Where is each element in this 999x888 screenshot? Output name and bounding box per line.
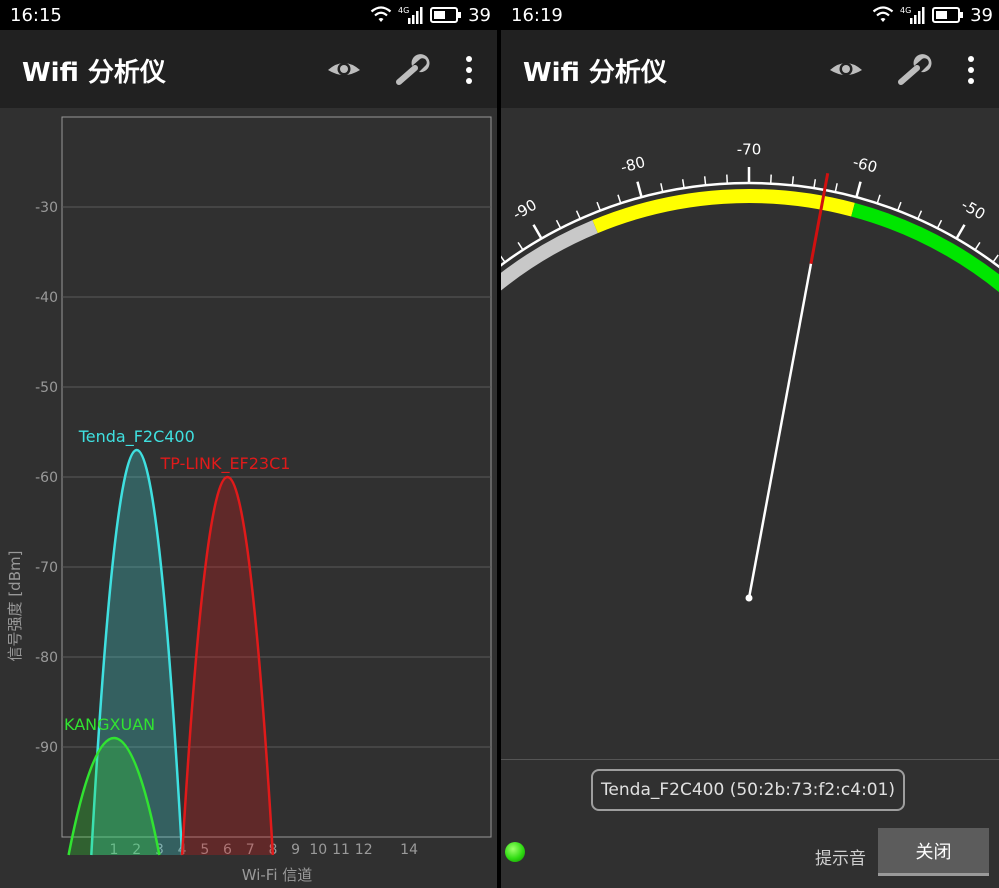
- sound-toggle-label[interactable]: 提示音: [815, 844, 866, 869]
- wifi-analyzer-channel-graph-screen: 16:15 4G 39 Wifi 分析仪 -30 -40 -50 -60 -70…: [0, 0, 497, 888]
- app-title: Wifi 分析仪: [523, 58, 667, 88]
- status-icons: 4G 39: [370, 4, 491, 26]
- app-bar: Wifi 分析仪: [501, 30, 999, 108]
- wrench-icon[interactable]: [395, 52, 431, 88]
- signal-gauge: -100-90-80-70-60-50-40dBm: [501, 141, 999, 602]
- x-tick-label: 10: [309, 842, 327, 858]
- gauge-tick-label: -90: [510, 196, 540, 224]
- y-tick-label: -50: [35, 380, 58, 396]
- y-tick-label: -80: [35, 650, 58, 666]
- gauge-tick: [555, 219, 562, 229]
- gauge-tick: [917, 210, 923, 220]
- signal-icon: 4G: [398, 6, 423, 24]
- gauge-band-weak: [501, 220, 598, 291]
- battery-level: 39: [468, 4, 491, 26]
- battery-icon: [430, 7, 462, 23]
- network-type: 4G: [900, 6, 911, 15]
- selected-network-label: Tenda_F2C400 (50:2b:73:f2:c4:01): [600, 780, 896, 800]
- gauge-tick: [876, 194, 881, 204]
- overflow-menu-icon[interactable]: [957, 52, 985, 88]
- x-tick-label: 12: [355, 842, 373, 858]
- overflow-menu-icon[interactable]: [455, 52, 483, 88]
- x-tick-label: 14: [400, 842, 418, 858]
- gauge-tick: [681, 179, 685, 189]
- series-label: KANGXUAN: [64, 715, 155, 734]
- gauge-tick-label: -50: [958, 196, 988, 224]
- status-led-icon: [505, 842, 525, 862]
- gauge-tick: [517, 241, 524, 251]
- eye-icon[interactable]: [326, 52, 362, 88]
- gauge-pivot: [745, 594, 753, 602]
- gauge-tick: [992, 254, 999, 263]
- gauge-tick: [936, 219, 943, 229]
- y-tick-label: -30: [35, 200, 58, 216]
- battery-icon: [932, 7, 964, 23]
- status-bar: 16:15 4G 39: [0, 0, 497, 30]
- status-icons: 4G 39: [872, 4, 993, 26]
- app-title: Wifi 分析仪: [22, 58, 166, 88]
- y-tick-label: -40: [35, 290, 58, 306]
- gauge-tick: [636, 181, 643, 198]
- network-type: 4G: [398, 6, 409, 15]
- gauge-tick-label: -70: [737, 141, 762, 159]
- gauge-tick: [813, 179, 817, 189]
- status-time: 16:15: [10, 5, 62, 26]
- gauge-tick: [501, 255, 506, 263]
- selected-network-button[interactable]: Tenda_F2C400 (50:2b:73:f2:c4:01): [591, 769, 905, 811]
- gauge-tick: [532, 224, 543, 240]
- y-tick-label: -60: [35, 470, 58, 486]
- battery-level: 39: [970, 4, 993, 26]
- gauge-tick: [974, 241, 981, 251]
- eye-icon[interactable]: [828, 52, 864, 88]
- status-bar: 16:19 4G 39: [501, 0, 999, 30]
- gauge-band-medium: [592, 189, 855, 234]
- channel-chart: -30-40-50-60-70-80-901 2 3 4 5 6 7 8 9 10 11 12 14 T…: [6, 116, 492, 884]
- app-bar: Wifi 分析仪: [0, 30, 497, 108]
- gauge-band-strong: [851, 202, 999, 293]
- gauge-tick-label: -60: [851, 153, 879, 177]
- series-label: Tenda_F2C400: [78, 427, 195, 447]
- x-tick-label: 11: [332, 842, 350, 858]
- wifi-analyzer-signal-meter-screen: 16:19 4G 39 Wifi 分析仪 -90 -80 -70 -60 -50…: [501, 0, 999, 888]
- signal-icon: 4G: [900, 6, 925, 24]
- gauge-tick: [834, 183, 838, 193]
- wifi-icon: [872, 6, 894, 22]
- gauge-tick: [703, 176, 707, 186]
- gauge-tick: [955, 224, 966, 240]
- close-button[interactable]: 关闭: [878, 828, 989, 876]
- gauge-tick: [660, 183, 664, 193]
- status-time: 16:19: [511, 5, 563, 26]
- wifi-icon: [370, 6, 392, 22]
- gauge-tick-label: -80: [619, 153, 647, 177]
- gauge-tick: [791, 176, 795, 186]
- y-axis-label: 信号强度 [dBm]: [6, 551, 24, 662]
- y-tick-label: -70: [35, 560, 58, 576]
- x-tick-label: 9: [291, 842, 300, 858]
- gauge-tick: [855, 181, 862, 198]
- gauge-tick: [617, 194, 622, 204]
- gauge-tick: [575, 210, 581, 220]
- x-axis-label: Wi-Fi 信道: [242, 866, 313, 884]
- gauge-needle: [747, 263, 813, 599]
- gauge-tick: [596, 201, 601, 211]
- divider: [501, 759, 999, 760]
- gauge-tick: [897, 201, 902, 211]
- wrench-icon[interactable]: [897, 52, 933, 88]
- y-tick-label: -90: [35, 740, 58, 756]
- close-button-label: 关闭: [915, 841, 952, 863]
- series-label: TP-LINK_EF23C1: [160, 454, 291, 474]
